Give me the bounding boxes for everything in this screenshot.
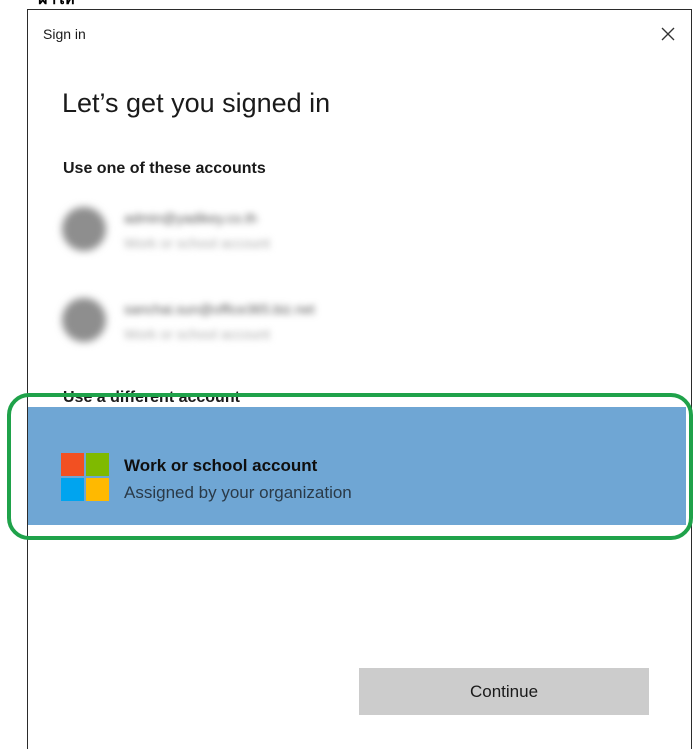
account-item-2[interactable]: sanchai.sun@office365.biz.net Work or sc… [62,292,662,356]
different-account-label: Use a different account [63,389,240,404]
account-item-1[interactable]: admin@yadikey.co.th Work or school accou… [62,201,662,265]
close-button[interactable] [655,21,681,47]
account-email: sanchai.sun@office365.biz.net [124,301,315,317]
user-avatar-icon [62,207,106,251]
microsoft-logo-icon [61,453,109,501]
account-type: Work or school account [124,235,271,251]
logo-green-square [86,453,109,476]
account-text: admin@yadikey.co.th Work or school accou… [124,209,270,253]
close-icon [661,27,675,41]
sign-in-dialog: Sign in Let’s get you signed in Use one … [27,9,692,749]
account-text: sanchai.sun@office365.biz.net Work or sc… [124,300,315,344]
dialog-title: Sign in [43,26,86,42]
work-option-title: Work or school account [124,456,318,475]
account-email: admin@yadikey.co.th [124,210,258,226]
logo-yellow-square [86,478,109,501]
continue-button[interactable]: Continue [359,668,649,715]
user-avatar-icon [62,298,106,342]
accounts-section-label: Use one of these accounts [63,160,266,177]
work-or-school-account-option[interactable]: Work or school account Assigned by your … [28,407,686,525]
page-heading: Let’s get you signed in [62,88,331,118]
title-bar: Sign in [28,10,691,58]
account-type: Work or school account [124,326,271,342]
work-option-subtitle: Assigned by your organization [124,483,352,502]
background-page-text: ฝาให้ [38,0,75,9]
logo-blue-square [61,478,84,501]
logo-red-square [61,453,84,476]
